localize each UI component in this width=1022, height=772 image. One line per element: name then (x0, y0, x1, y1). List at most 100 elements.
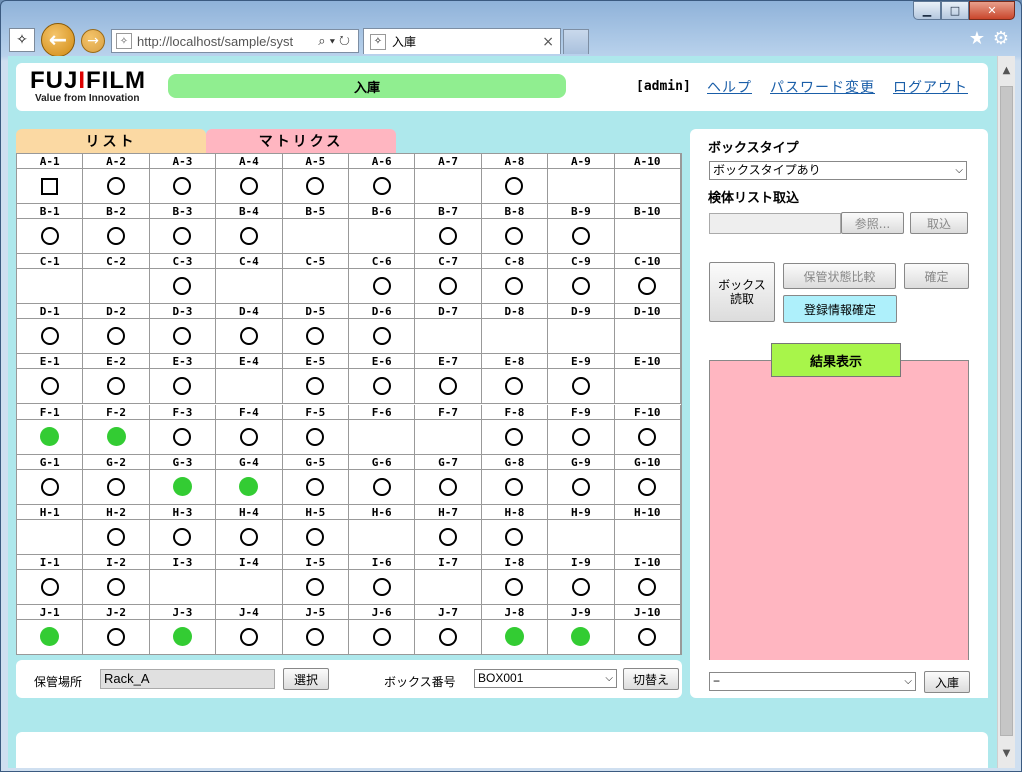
matrix-cell-G-1[interactable]: G-1 (17, 454, 84, 505)
matrix-cell-E-5[interactable]: E-5 (282, 354, 349, 405)
tab-matrix[interactable]: マトリクス (206, 129, 396, 153)
tab-close-icon[interactable]: × (542, 34, 560, 50)
compare-storage-button[interactable]: 保管状態比較 (783, 263, 896, 289)
register-info-button[interactable]: 登録情報確定 (783, 295, 897, 323)
matrix-cell-B-9[interactable]: B-9 (548, 204, 615, 255)
matrix-cell-J-1[interactable]: J-1 (17, 604, 84, 655)
matrix-cell-B-3[interactable]: B-3 (149, 204, 217, 255)
matrix-cell-G-7[interactable]: G-7 (415, 454, 482, 505)
forward-button[interactable]: → (81, 29, 105, 53)
matrix-cell-D-5[interactable]: D-5 (282, 304, 349, 355)
close-window-button[interactable]: ✕ (969, 1, 1015, 20)
location-input[interactable]: Rack_A (100, 669, 275, 689)
matrix-cell-E-3[interactable]: E-3 (149, 354, 217, 405)
matrix-cell-G-9[interactable]: G-9 (548, 454, 615, 505)
matrix-cell-I-9[interactable]: I-9 (548, 554, 615, 605)
matrix-cell-F-2[interactable]: F-2 (83, 404, 150, 455)
matrix-cell-J-6[interactable]: J-6 (349, 604, 416, 655)
matrix-cell-D-1[interactable]: D-1 (17, 304, 84, 355)
matrix-cell-A-8[interactable]: A-8 (481, 154, 549, 205)
matrix-cell-F-8[interactable]: F-8 (481, 404, 549, 455)
matrix-cell-G-4[interactable]: G-4 (216, 454, 283, 505)
matrix-cell-J-4[interactable]: J-4 (216, 604, 283, 655)
matrix-cell-J-3[interactable]: J-3 (149, 604, 217, 655)
matrix-cell-E-9[interactable]: E-9 (548, 354, 615, 405)
matrix-cell-J-7[interactable]: J-7 (415, 604, 482, 655)
maximize-button[interactable]: □ (941, 1, 969, 20)
matrix-cell-I-7[interactable]: I-7 (415, 554, 482, 605)
matrix-cell-F-6[interactable]: F-6 (349, 404, 416, 455)
new-tab-button[interactable] (563, 29, 589, 54)
matrix-cell-F-5[interactable]: F-5 (282, 404, 349, 455)
scroll-thumb[interactable] (1000, 86, 1013, 736)
matrix-cell-C-9[interactable]: C-9 (548, 254, 615, 305)
matrix-cell-B-5[interactable]: B-5 (282, 204, 349, 255)
matrix-cell-B-2[interactable]: B-2 (83, 204, 150, 255)
matrix-cell-B-7[interactable]: B-7 (415, 204, 482, 255)
browse-button[interactable]: 参照... (841, 212, 904, 234)
matrix-cell-C-8[interactable]: C-8 (481, 254, 549, 305)
matrix-cell-G-8[interactable]: G-8 (481, 454, 549, 505)
help-link[interactable]: ヘルプ (707, 77, 752, 97)
minimize-button[interactable]: ▁ (913, 1, 941, 20)
select-location-button[interactable]: 選択 (283, 668, 329, 690)
matrix-cell-I-2[interactable]: I-2 (83, 554, 150, 605)
scroll-up-icon[interactable]: ▲ (998, 62, 1015, 79)
box-type-select[interactable]: ボックスタイプあり ⌵ (709, 161, 967, 180)
matrix-cell-I-10[interactable]: I-10 (614, 554, 681, 605)
matrix-cell-A-9[interactable]: A-9 (548, 154, 615, 205)
matrix-cell-C-4[interactable]: C-4 (216, 254, 283, 305)
matrix-cell-I-3[interactable]: I-3 (149, 554, 217, 605)
matrix-cell-C-10[interactable]: C-10 (614, 254, 681, 305)
matrix-cell-B-4[interactable]: B-4 (216, 204, 283, 255)
matrix-cell-D-3[interactable]: D-3 (149, 304, 217, 355)
matrix-cell-H-8[interactable]: H-8 (481, 504, 549, 555)
matrix-cell-G-10[interactable]: G-10 (614, 454, 681, 505)
matrix-cell-C-5[interactable]: C-5 (282, 254, 349, 305)
matrix-cell-B-6[interactable]: B-6 (349, 204, 416, 255)
store-button[interactable]: 入庫 (924, 671, 970, 693)
change-password-link[interactable]: パスワード変更 (770, 77, 875, 97)
matrix-cell-D-10[interactable]: D-10 (614, 304, 681, 355)
confirm-button[interactable]: 確定 (904, 263, 969, 289)
matrix-cell-J-9[interactable]: J-9 (548, 604, 615, 655)
matrix-cell-F-4[interactable]: F-4 (216, 404, 283, 455)
matrix-cell-A-3[interactable]: A-3 (149, 154, 217, 205)
box-number-select[interactable]: BOX001 ⌵ (474, 669, 617, 688)
scroll-down-icon[interactable]: ▼ (998, 745, 1015, 762)
matrix-cell-A-7[interactable]: A-7 (415, 154, 482, 205)
favorites-star-icon[interactable]: ★ (969, 28, 985, 49)
back-button[interactable]: ← (41, 23, 75, 57)
matrix-cell-A-2[interactable]: A-2 (83, 154, 150, 205)
matrix-cell-J-8[interactable]: J-8 (481, 604, 549, 655)
matrix-cell-B-1[interactable]: B-1 (17, 204, 84, 255)
matrix-cell-F-7[interactable]: F-7 (415, 404, 482, 455)
matrix-cell-C-6[interactable]: C-6 (349, 254, 416, 305)
matrix-cell-E-4[interactable]: E-4 (216, 354, 283, 405)
matrix-cell-A-5[interactable]: A-5 (282, 154, 349, 205)
settings-gear-icon[interactable]: ⚙ (993, 28, 1009, 49)
matrix-cell-F-3[interactable]: F-3 (149, 404, 217, 455)
matrix-cell-I-4[interactable]: I-4 (216, 554, 283, 605)
matrix-cell-D-9[interactable]: D-9 (548, 304, 615, 355)
address-bar[interactable]: ✧ http://localhost/sample/syst ⌕▾↻ (111, 29, 359, 53)
matrix-cell-A-1[interactable]: A-1 (17, 154, 84, 205)
matrix-cell-E-7[interactable]: E-7 (415, 354, 482, 405)
matrix-cell-D-4[interactable]: D-4 (216, 304, 283, 355)
matrix-cell-B-10[interactable]: B-10 (614, 204, 681, 255)
matrix-cell-G-3[interactable]: G-3 (149, 454, 217, 505)
matrix-cell-I-5[interactable]: I-5 (282, 554, 349, 605)
matrix-cell-H-9[interactable]: H-9 (548, 504, 615, 555)
matrix-cell-I-6[interactable]: I-6 (349, 554, 416, 605)
matrix-cell-C-7[interactable]: C-7 (415, 254, 482, 305)
matrix-cell-H-4[interactable]: H-4 (216, 504, 283, 555)
matrix-cell-A-6[interactable]: A-6 (349, 154, 416, 205)
matrix-cell-E-10[interactable]: E-10 (614, 354, 681, 405)
matrix-cell-H-7[interactable]: H-7 (415, 504, 482, 555)
matrix-cell-G-2[interactable]: G-2 (83, 454, 150, 505)
matrix-cell-A-4[interactable]: A-4 (216, 154, 283, 205)
matrix-cell-D-7[interactable]: D-7 (415, 304, 482, 355)
matrix-cell-E-1[interactable]: E-1 (17, 354, 84, 405)
sample-file-input[interactable] (709, 213, 841, 234)
matrix-cell-F-9[interactable]: F-9 (548, 404, 615, 455)
